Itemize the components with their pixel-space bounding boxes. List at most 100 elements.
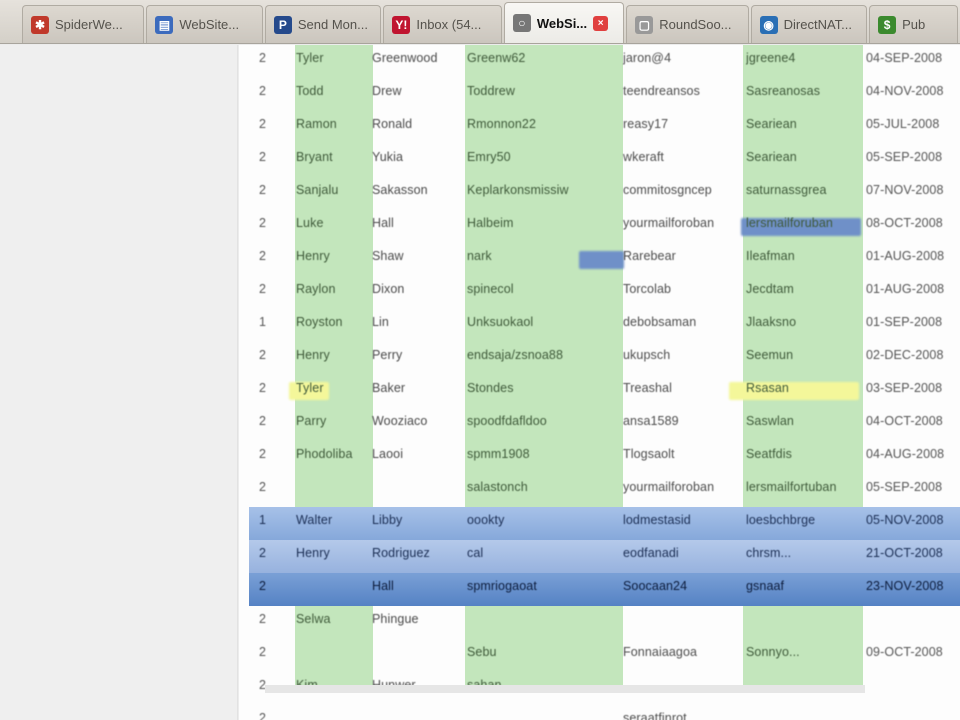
- tab-6[interactable]: ◉ DirectNAT...: [750, 5, 868, 43]
- table-cell: 2: [259, 480, 267, 494]
- table-cell: Jlaaksno: [746, 315, 797, 329]
- table-cell: seraatfinrot: [623, 711, 687, 720]
- table-row[interactable]: 2 salastonch yourmailforoban lersmailfortub…: [249, 474, 960, 507]
- table-cell: Henry: [296, 348, 330, 362]
- table-cell: Ileafman: [746, 249, 795, 263]
- table-cell: Toddrew: [467, 84, 515, 98]
- table-cell: Emry50: [467, 150, 511, 164]
- table-row[interactable]: 2 Henry Rodriguez cal eodfanadi chrsm... 21-OC…: [249, 540, 960, 573]
- table-cell: lodmestasid: [623, 513, 691, 527]
- tab-0[interactable]: ✱ SpiderWe...: [22, 5, 145, 43]
- tab-7[interactable]: $ Pub: [869, 5, 958, 43]
- table-cell: 2: [259, 579, 267, 593]
- table-cell: spinecol: [467, 282, 514, 296]
- table-row[interactable]: 2 Ramon Ronald Rmonnon22 reasy17 Seariean 05-J…: [249, 111, 960, 144]
- table-row[interactable]: 2 Tyler Baker Stondes Treashal Rsasan 03-SEP-2…: [249, 375, 960, 408]
- table-cell: 2: [259, 612, 267, 626]
- page-content: 2 Tyler Greenwood Greenw62 jaron@4 jgreene4 04…: [239, 45, 960, 720]
- table-cell: Parry: [296, 414, 327, 428]
- table-cell: Halbeim: [467, 216, 514, 230]
- table-cell: 2: [259, 381, 267, 395]
- table-cell: Rarebear: [623, 249, 676, 263]
- table-cell: commitosgncep: [623, 183, 712, 197]
- table-row[interactable]: 2 Bryant Yukia Emry50 wkeraft Seariean 05-SEP-…: [249, 144, 960, 177]
- table-row[interactable]: 2 Todd Drew Toddrew teendreansos Sasreanosas 0…: [249, 78, 960, 111]
- table-cell: yourmailforoban: [623, 480, 715, 494]
- table-cell: 2: [259, 447, 267, 461]
- tab-label: Inbox (54...: [416, 17, 482, 32]
- tab-4[interactable]: ○ WebSi... ×: [503, 2, 625, 43]
- table-cell: Unksuokaol: [467, 315, 534, 329]
- table-cell: Rodriguez: [372, 546, 430, 560]
- table-cell: Hall: [372, 216, 394, 230]
- table-cell: 01-AUG-2008: [866, 282, 945, 296]
- table-cell: jaron@4: [623, 51, 672, 65]
- table-cell: 2: [259, 249, 267, 263]
- table-cell: endsaja/zsnoa88: [467, 348, 564, 362]
- table-cell: 2: [259, 183, 267, 197]
- table-cell: 07-NOV-2008: [866, 183, 944, 197]
- table-cell: Seariean: [746, 150, 797, 164]
- table-cell: Raylon: [296, 282, 336, 296]
- table-cell: salastonch: [467, 480, 528, 494]
- table-cell: Greenwood: [372, 51, 438, 65]
- table-row[interactable]: 2 Selwa Phingue: [249, 606, 960, 639]
- table-cell: 1: [259, 315, 267, 329]
- document-icon: ▤: [155, 15, 174, 34]
- table-cell: Hall: [372, 579, 394, 593]
- table-row[interactable]: 2 Phodoliba Laooi spmm1908 Tlogsaolt Seatfdis…: [249, 441, 960, 474]
- table-row[interactable]: 2 Henry Shaw nark Rarebear Ileafman 01-AUG-200…: [249, 243, 960, 276]
- table-cell: Torcolab: [623, 282, 672, 296]
- table-cell: 02-DEC-2008: [866, 348, 944, 362]
- tab-2[interactable]: P Send Mon...: [264, 5, 382, 43]
- table-cell: chrsm...: [746, 546, 792, 560]
- tab-label: SpiderWe...: [55, 17, 123, 32]
- table-cell: 05-SEP-2008: [866, 480, 943, 494]
- table-cell: eodfanadi: [623, 546, 679, 560]
- table-cell: Saswlan: [746, 414, 794, 428]
- table-cell: Seemun: [746, 348, 794, 362]
- table-cell: Phingue: [372, 612, 419, 626]
- loading-icon: ○: [512, 14, 531, 32]
- table-cell: ansa1589: [623, 414, 679, 428]
- table-cell: Rsasan: [746, 381, 789, 395]
- table-cell: wkeraft: [623, 150, 664, 164]
- table-cell: Bryant: [296, 150, 333, 164]
- table-cell: 2: [259, 84, 267, 98]
- table-cell: 21-OCT-2008: [866, 546, 943, 560]
- table-cell: Ronald: [372, 117, 413, 131]
- table-cell: Sanjalu: [296, 183, 339, 197]
- table-cell: oookty: [467, 513, 505, 527]
- table-row[interactable]: 2 Luke Hall Halbeim yourmailforoban lersmailf…: [249, 210, 960, 243]
- table-row[interactable]: 2 Parry Wooziaco spoodfdafldoo ansa1589 Saswl…: [249, 408, 960, 441]
- table-cell: 05-JUL-2008: [866, 117, 940, 131]
- table-cell: Ramon: [296, 117, 337, 131]
- table-row[interactable]: 2 seraatfinrot: [249, 705, 960, 720]
- tab-3[interactable]: Y! Inbox (54...: [383, 5, 502, 43]
- table-cell: Phodoliba: [296, 447, 353, 461]
- table-row[interactable]: 1 Royston Lin Unksuokaol debobsaman Jlaaksno 0…: [249, 309, 960, 342]
- table-cell: Laooi: [372, 447, 404, 461]
- tab-1[interactable]: ▤ WebSite...: [146, 5, 263, 43]
- table-cell: Sonnyo...: [746, 645, 800, 659]
- table-row[interactable]: 2 Hall spmriogaoat Soocaan24 gsnaaf 23-NOV-20…: [249, 573, 960, 606]
- table-cell: Sebu: [467, 645, 497, 659]
- table-row[interactable]: 2 Tyler Greenwood Greenw62 jaron@4 jgreene4 04…: [249, 45, 960, 78]
- table-row[interactable]: 2 Henry Perry endsaja/zsnoa88 ukupsch Seemun 0…: [249, 342, 960, 375]
- tab-label: RoundSoo...: [659, 17, 732, 32]
- table-cell: Wooziaco: [372, 414, 428, 428]
- close-tab-icon[interactable]: ×: [593, 15, 609, 31]
- table-cell: Seariean: [746, 117, 797, 131]
- table-cell: Fonnaiaagoa: [623, 645, 698, 659]
- table-row[interactable]: 2 Sanjalu Sakasson Keplarkonsmissiw commitos…: [249, 177, 960, 210]
- horizontal-scrollbar[interactable]: [265, 685, 865, 693]
- table-cell: Sasreanosas: [746, 84, 821, 98]
- table-row[interactable]: 2 Sebu Fonnaiaagoa Sonnyo... 09-OCT-2008: [249, 639, 960, 672]
- table-cell: Tyler: [296, 381, 324, 395]
- table-cell: 2: [259, 51, 267, 65]
- table-cell: Henry: [296, 546, 330, 560]
- table-cell: jgreene4: [746, 51, 796, 65]
- table-row[interactable]: 2 Raylon Dixon spinecol Torcolab Jecdtam 01-AU…: [249, 276, 960, 309]
- tab-5[interactable]: ▢ RoundSoo...: [626, 5, 749, 43]
- table-row[interactable]: 1 Walter Libby oookty lodmestasid loesbchbrge…: [249, 507, 960, 540]
